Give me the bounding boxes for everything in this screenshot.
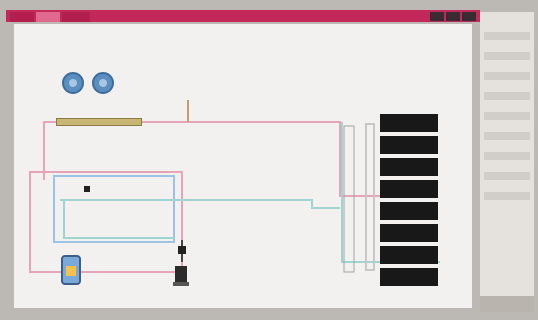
panel-row[interactable] (380, 158, 438, 176)
pipe-loop-pink (29, 171, 183, 273)
pipe-teal-lower (63, 200, 174, 239)
panel-row[interactable] (380, 268, 438, 286)
panel-row[interactable] (380, 180, 438, 198)
sidebar (480, 12, 534, 312)
panel-row[interactable] (380, 136, 438, 154)
sidebar-item[interactable] (484, 32, 530, 40)
sidebar-item[interactable] (484, 52, 530, 60)
pump-icon (173, 266, 189, 286)
tank-icon (61, 255, 81, 285)
pipe-teal-main (60, 199, 340, 209)
panel-row[interactable] (380, 246, 438, 264)
sidebar-item[interactable] (484, 112, 530, 120)
manifold-valves (343, 125, 355, 273)
sidebar-item[interactable] (484, 92, 530, 100)
pipe-blue-loop (53, 175, 175, 243)
status-badge (480, 296, 534, 312)
pipe-yellow-header (56, 118, 142, 126)
pump-icon (178, 246, 186, 254)
pipe-pink-main (43, 121, 380, 197)
valve-icon (84, 186, 90, 192)
panel-row[interactable] (380, 114, 438, 132)
sidebar-item[interactable] (484, 132, 530, 140)
sidebar-item[interactable] (484, 72, 530, 80)
panel-row[interactable] (380, 224, 438, 242)
sidebar-item[interactable] (484, 152, 530, 160)
sidebar-item[interactable] (484, 192, 530, 200)
panel-row[interactable] (380, 202, 438, 220)
sidebar-item[interactable] (484, 172, 530, 180)
